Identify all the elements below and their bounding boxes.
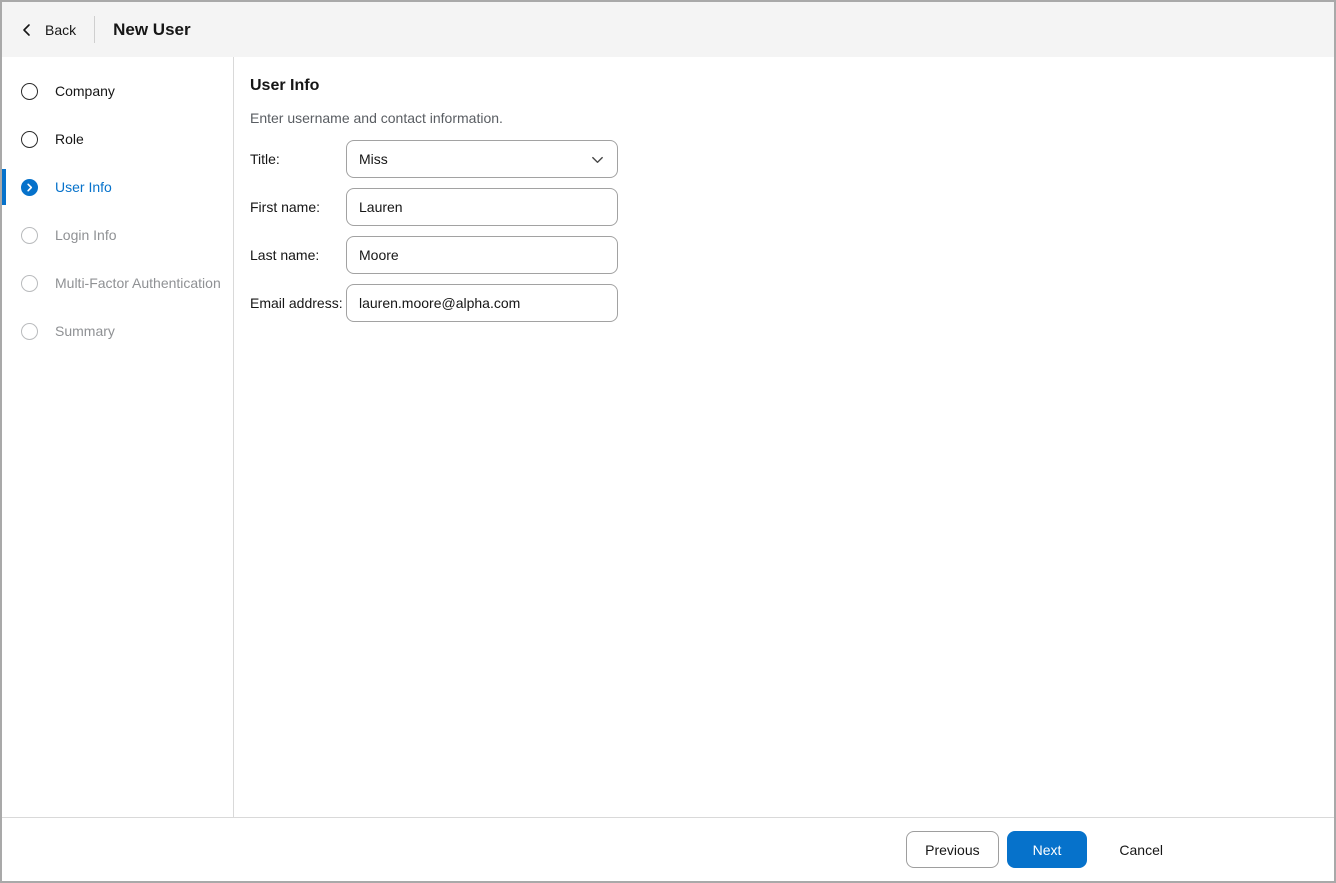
last-name-input[interactable] [346, 236, 618, 274]
previous-button[interactable]: Previous [906, 831, 999, 868]
section-title: User Info [250, 77, 320, 94]
step-label: Role [55, 131, 84, 147]
title-select-value: Miss [359, 151, 388, 167]
sidebar-step-summary[interactable]: Summary [2, 307, 233, 355]
section-subtitle: Enter username and contact information. [250, 110, 503, 126]
step-circle-icon [21, 322, 38, 340]
cancel-button[interactable]: Cancel [1103, 831, 1179, 868]
new-user-wizard-window: Back New User Company Role User Info Log… [0, 0, 1336, 883]
email-label: Email address: [250, 295, 343, 311]
last-name-label: Last name: [250, 247, 320, 263]
chevron-left-icon [20, 23, 34, 37]
back-button[interactable]: Back [20, 22, 76, 38]
first-name-input[interactable] [346, 188, 618, 226]
sidebar-step-company[interactable]: Company [2, 67, 233, 115]
top-bar: Back New User [2, 2, 1334, 57]
wizard-steps-sidebar: Company Role User Info Login Info Multi-… [2, 57, 234, 817]
form-row-title: Title: Miss [250, 140, 1310, 178]
back-label: Back [45, 21, 77, 38]
step-label: Multi-Factor Authentication [55, 275, 221, 291]
form-row-email: Email address: [250, 284, 1310, 322]
footer-action-bar: Previous Next Cancel [2, 817, 1334, 881]
sidebar-step-user-info[interactable]: User Info [2, 163, 233, 211]
topbar-divider [94, 16, 96, 43]
first-name-label: First name: [250, 199, 321, 215]
step-label: Summary [55, 323, 115, 339]
chevron-right-circle-icon [21, 178, 38, 196]
step-label: Login Info [55, 227, 117, 243]
title-select[interactable]: Miss [346, 140, 618, 178]
step-circle-icon [21, 274, 38, 292]
email-input[interactable] [346, 284, 618, 322]
step-label: User Info [55, 179, 112, 195]
sidebar-step-login-info[interactable]: Login Info [2, 211, 233, 259]
step-circle-icon [21, 226, 38, 244]
step-circle-icon [21, 82, 38, 100]
form-row-first-name: First name: [250, 188, 1310, 226]
next-button[interactable]: Next [1006, 831, 1088, 868]
title-label: Title: [250, 151, 280, 167]
page-title: New User [113, 19, 191, 39]
user-info-panel: User Info Enter username and contact inf… [234, 57, 1334, 817]
sidebar-step-role[interactable]: Role [2, 115, 233, 163]
sidebar-step-multi-factor-authentication[interactable]: Multi-Factor Authentication [2, 259, 233, 307]
step-label: Company [55, 83, 115, 99]
step-circle-icon [21, 130, 38, 148]
chevron-down-icon [590, 152, 605, 167]
form-row-last-name: Last name: [250, 236, 1310, 274]
user-info-form: Title: Miss First name: Lauren Last name… [250, 140, 1310, 322]
